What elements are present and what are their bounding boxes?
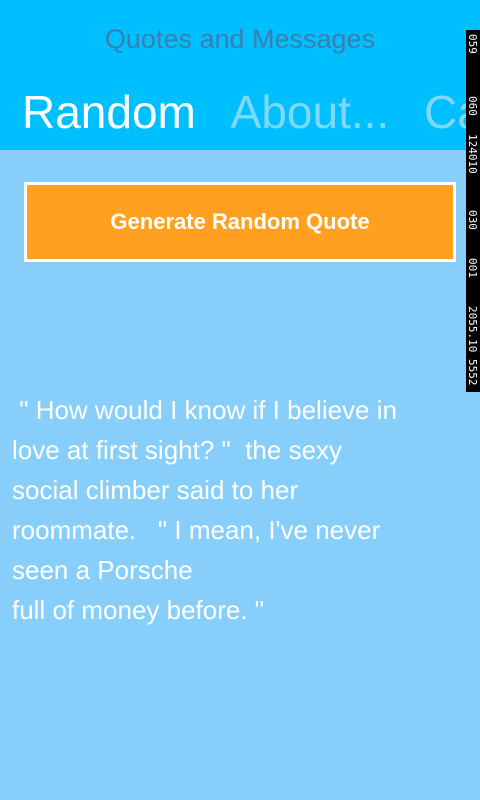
tab-random[interactable]: Random — [22, 82, 196, 142]
quote-text: " How would I know if I believe in love … — [12, 395, 397, 625]
debug-counter: 001 — [466, 258, 479, 278]
generate-random-quote-button[interactable]: Generate Random Quote — [24, 182, 456, 262]
frame-rate-counter: 059 060 124010 030 001 2055.10 5552 — [466, 30, 480, 392]
debug-counter: 059 — [466, 34, 479, 54]
app-title: Quotes and Messages — [104, 24, 376, 54]
debug-counter: 030 — [466, 210, 479, 230]
debug-counter: 060 — [466, 96, 479, 116]
tab-about[interactable]: About... — [231, 82, 390, 142]
debug-counter: 2055.10 5552 — [466, 306, 479, 386]
app-header: Quotes and Messages Random About... Ca — [0, 0, 480, 150]
debug-counter: 124010 — [466, 134, 479, 174]
pivot-header: Random About... Ca — [22, 82, 480, 142]
